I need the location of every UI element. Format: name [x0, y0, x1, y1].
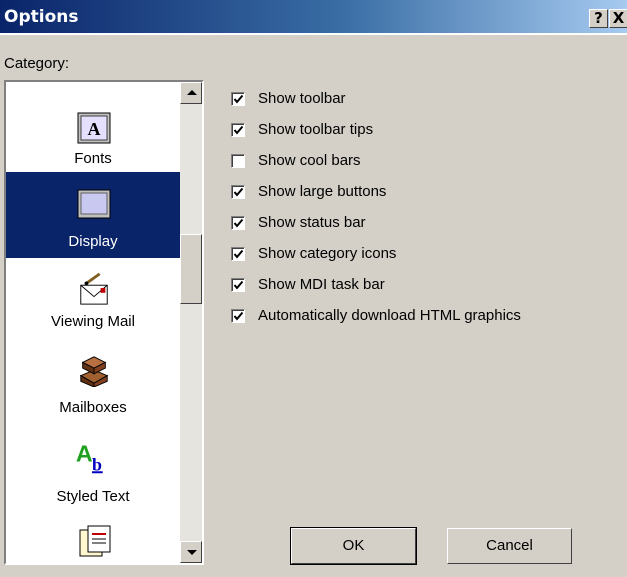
viewing-mail-icon — [80, 272, 108, 305]
option-checkbox[interactable] — [231, 92, 245, 106]
category-item-styled-text[interactable]: A b Styled Text — [6, 426, 180, 514]
category-label-styled-text: Styled Text — [56, 488, 130, 505]
category-label-display: Display — [68, 233, 118, 250]
message-list-icon — [79, 525, 111, 557]
category-scrollbar[interactable] — [180, 82, 202, 563]
title-bar[interactable]: Options ? X — [0, 0, 627, 35]
option-label: Automatically download HTML graphics — [258, 307, 521, 324]
category-item-mailboxes[interactable]: Mailboxes — [6, 340, 180, 426]
category-list[interactable]: A Fonts Display Viewing Mail Mailboxes A… — [4, 80, 204, 565]
category-item-viewing-mail[interactable]: Viewing Mail — [6, 258, 180, 340]
fonts-icon: A — [77, 112, 111, 144]
option-label: Show MDI task bar — [258, 276, 385, 293]
mailboxes-icon — [79, 356, 109, 387]
option-checkbox[interactable] — [231, 185, 245, 199]
option-checkbox[interactable] — [231, 309, 245, 323]
svg-text:b: b — [92, 454, 102, 474]
scroll-down-arrow-icon — [187, 550, 197, 555]
checkmark-icon — [233, 218, 244, 228]
scroll-down-button[interactable] — [180, 541, 202, 563]
option-checkbox[interactable] — [231, 123, 245, 137]
checkmark-icon — [233, 311, 244, 321]
styled-text-icon: A b — [76, 440, 103, 474]
ok-button[interactable]: OK — [291, 528, 416, 564]
category-label-viewing-mail: Viewing Mail — [51, 313, 135, 330]
checkmark-icon — [233, 94, 244, 104]
category-item-display[interactable]: Display — [6, 172, 180, 258]
checkmark-icon — [233, 280, 244, 290]
close-button[interactable]: X — [609, 9, 627, 28]
scroll-thumb[interactable] — [180, 234, 202, 304]
checkmark-icon — [233, 249, 244, 259]
category-label-fonts: Fonts — [74, 150, 112, 167]
svg-text:A: A — [76, 440, 93, 466]
help-button[interactable]: ? — [589, 9, 608, 28]
scroll-up-arrow-icon — [187, 90, 197, 95]
checkmark-icon — [233, 125, 244, 135]
category-item-fonts[interactable]: A Fonts — [6, 82, 180, 172]
display-icon — [77, 189, 111, 219]
option-label: Show cool bars — [258, 152, 361, 169]
category-label-mailboxes: Mailboxes — [59, 399, 127, 416]
option-checkbox[interactable] — [231, 216, 245, 230]
window-title: Options — [4, 7, 79, 27]
option-checkbox[interactable] — [231, 278, 245, 292]
category-label: Category: — [4, 55, 70, 72]
option-checkbox[interactable] — [231, 247, 245, 261]
category-item-partial[interactable] — [6, 514, 180, 563]
option-label: Show status bar — [258, 214, 366, 231]
scroll-up-button[interactable] — [180, 82, 202, 104]
option-label: Show toolbar — [258, 90, 346, 107]
svg-text:A: A — [88, 119, 101, 139]
cancel-button[interactable]: Cancel — [447, 528, 572, 564]
checkmark-icon — [233, 187, 244, 197]
option-checkbox[interactable] — [231, 154, 245, 168]
option-label: Show toolbar tips — [258, 121, 374, 138]
option-label: Show large buttons — [258, 183, 387, 200]
option-label: Show category icons — [258, 245, 397, 262]
